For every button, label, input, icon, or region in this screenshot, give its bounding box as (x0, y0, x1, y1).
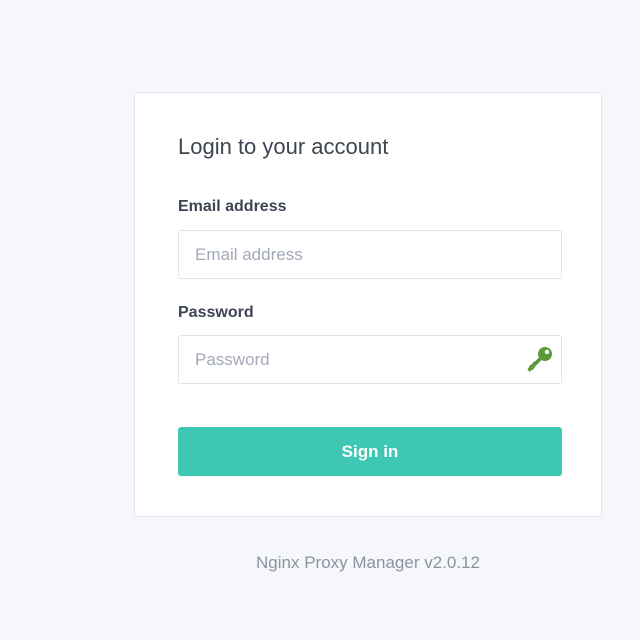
key-icon[interactable] (525, 344, 555, 374)
version-footer: Nginx Proxy Manager v2.0.12 (256, 553, 480, 572)
password-field[interactable] (179, 336, 561, 383)
login-title: Login to your account (178, 134, 389, 159)
login-card: Login to your account Email address Pass… (134, 92, 602, 517)
email-field[interactable] (179, 231, 561, 278)
email-label: Email address (178, 198, 287, 215)
email-field-wrapper (178, 230, 562, 279)
sign-in-button[interactable]: Sign in (178, 427, 562, 476)
password-label: Password (178, 304, 254, 321)
password-field-wrapper (178, 335, 562, 384)
